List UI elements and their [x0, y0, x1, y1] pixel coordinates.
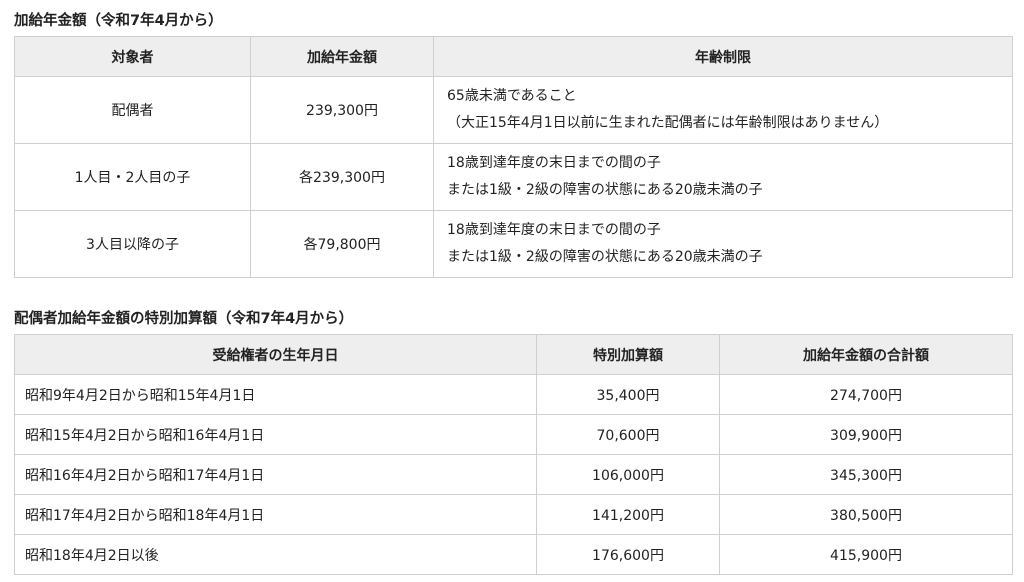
cell-birth-date: 昭和18年4月2日以後: [14, 534, 537, 575]
header-amount: 加給年金額: [250, 36, 434, 77]
cell-age-limit: 18歳到達年度の末日までの間の子 または1級・2級の障害の状態にある20歳未満の…: [433, 210, 1013, 278]
cell-birth-date: 昭和16年4月2日から昭和17年4月1日: [14, 454, 537, 495]
cell-amount: 各239,300円: [250, 143, 434, 211]
cell-target: 3人目以降の子: [14, 210, 251, 278]
table-header-row: 受給権者の生年月日 特別加算額 加給年金額の合計額: [14, 334, 1013, 375]
header-target: 対象者: [14, 36, 251, 77]
header-total-amount: 加給年金額の合計額: [719, 334, 1013, 375]
table-row: 昭和16年4月2日から昭和17年4月1日 106,000円 345,300円: [14, 454, 1013, 495]
age-limit-line: または1級・2級の障害の状態にある20歳未満の子: [447, 249, 763, 265]
cell-special-addition: 176,600円: [536, 534, 720, 575]
age-limit-line: 65歳未満であること: [447, 88, 577, 104]
table-row: 3人目以降の子 各79,800円 18歳到達年度の末日までの間の子 または1級・…: [14, 210, 1013, 278]
table-row: 1人目・2人目の子 各239,300円 18歳到達年度の末日までの間の子 または…: [14, 143, 1013, 211]
cell-birth-date: 昭和15年4月2日から昭和16年4月1日: [14, 414, 537, 455]
cell-target: 配偶者: [14, 76, 251, 144]
age-limit-line: 18歳到達年度の末日までの間の子: [447, 155, 661, 171]
age-limit-line: または1級・2級の障害の状態にある20歳未満の子: [447, 182, 763, 198]
cell-special-addition: 70,600円: [536, 414, 720, 455]
table-row: 昭和17年4月2日から昭和18年4月1日 141,200円 380,500円: [14, 494, 1013, 535]
supplement-amount-table: 対象者 加給年金額 年齢制限 配偶者 239,300円 65歳未満であること （…: [14, 36, 1013, 278]
cell-birth-date: 昭和9年4月2日から昭和15年4月1日: [14, 374, 537, 415]
special-addition-table: 受給権者の生年月日 特別加算額 加給年金額の合計額 昭和9年4月2日から昭和15…: [14, 334, 1013, 575]
cell-amount: 239,300円: [250, 76, 434, 144]
cell-special-addition: 35,400円: [536, 374, 720, 415]
table-row: 昭和9年4月2日から昭和15年4月1日 35,400円 274,700円: [14, 374, 1013, 415]
cell-age-limit: 18歳到達年度の末日までの間の子 または1級・2級の障害の状態にある20歳未満の…: [433, 143, 1013, 211]
table-row: 昭和15年4月2日から昭和16年4月1日 70,600円 309,900円: [14, 414, 1013, 455]
cell-total-amount: 309,900円: [719, 414, 1013, 455]
cell-total-amount: 345,300円: [719, 454, 1013, 495]
table2-title: 配偶者加給年金額の特別加算額（令和7年4月から）: [14, 311, 354, 327]
cell-special-addition: 141,200円: [536, 494, 720, 535]
age-limit-line: 18歳到達年度の末日までの間の子: [447, 222, 661, 238]
table-row: 配偶者 239,300円 65歳未満であること （大正15年4月1日以前に生まれ…: [14, 76, 1013, 144]
header-special-addition: 特別加算額: [536, 334, 720, 375]
cell-target: 1人目・2人目の子: [14, 143, 251, 211]
header-age-limit: 年齢制限: [433, 36, 1013, 77]
cell-special-addition: 106,000円: [536, 454, 720, 495]
cell-total-amount: 415,900円: [719, 534, 1013, 575]
cell-age-limit: 65歳未満であること （大正15年4月1日以前に生まれた配偶者には年齢制限はあり…: [433, 76, 1013, 144]
table1-title: 加給年金額（令和7年4月から）: [14, 13, 223, 29]
cell-total-amount: 380,500円: [719, 494, 1013, 535]
cell-amount: 各79,800円: [250, 210, 434, 278]
table-row: 昭和18年4月2日以後 176,600円 415,900円: [14, 534, 1013, 575]
table-header-row: 対象者 加給年金額 年齢制限: [14, 36, 1013, 77]
header-birth-date: 受給権者の生年月日: [14, 334, 537, 375]
age-limit-line: （大正15年4月1日以前に生まれた配偶者には年齢制限はありません）: [447, 115, 889, 131]
cell-birth-date: 昭和17年4月2日から昭和18年4月1日: [14, 494, 537, 535]
cell-total-amount: 274,700円: [719, 374, 1013, 415]
